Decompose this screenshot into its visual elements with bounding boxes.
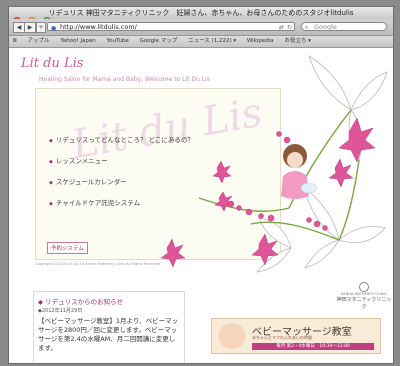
address-text: http://www.litdulis.com/ — [60, 23, 137, 31]
menu-item-childcare[interactable]: ◆ チャイルドケア託児システム — [49, 197, 140, 207]
hospital-logo[interactable]: KANDA MATERNITY CLINIC 神田マタニティクリニック — [335, 282, 393, 310]
lily-illustration — [160, 55, 388, 273]
menu-item-lessons[interactable]: ◆ レッスンメニュー — [49, 155, 108, 165]
baby-photo — [218, 323, 246, 349]
window-title: リデュリス 神田マタニティクリニック 妊婦さん、赤ちゃん、お母さんのためのスタジ… — [48, 9, 354, 17]
add-bookmark-button[interactable]: + — [36, 22, 46, 33]
search-placeholder: Google — [314, 23, 337, 31]
hospital-name-jp: 神田マタニティクリニック — [336, 297, 392, 310]
search-field[interactable]: ⌕ Google — [301, 22, 387, 31]
bookmark-item[interactable]: Yahoo! Japan — [60, 36, 95, 47]
bookmark-item[interactable]: Ⅲ — [13, 36, 17, 47]
menu-item-label: スケジュールカレンダー — [55, 178, 127, 186]
diamond-bullet-icon: ◆ — [49, 180, 53, 186]
banner-schedule: 毎月 第2・4水曜日 10:30〜12:00 — [252, 343, 374, 350]
pink-lily-icon — [160, 117, 376, 268]
address-bar[interactable]: ● http://www.litdulis.com/ ⇄ ↻ — [47, 22, 295, 32]
diamond-bullet-icon: ◆ — [49, 159, 53, 165]
news-date: ◆2012年11月29日 — [38, 308, 83, 314]
bookmarks-bar: Ⅲ アップル Yahoo! Japan YouTube Google マップ ニ… — [9, 36, 393, 48]
menu-item-label: チャイルドケア託児システム — [55, 199, 141, 207]
menu-item-label: レッスンメニュー — [55, 157, 108, 165]
browser-window: リデュリス 神田マタニティクリニック 妊婦さん、赤ちゃん、お母さんのためのスタジ… — [8, 6, 394, 364]
search-icon: ⌕ — [305, 24, 309, 31]
fairy-girl-icon — [281, 144, 318, 199]
bookmark-item[interactable]: お役立ち ▾ — [284, 36, 311, 47]
clinic-emblem-icon — [359, 282, 369, 292]
forward-button[interactable]: ▶ — [24, 22, 36, 33]
white-lily-icon — [256, 55, 388, 273]
page-content: Lit du Lis Healing Salon for Mama and Ba… — [9, 48, 393, 363]
news-panel: ◆ リデュリスからのお知らせ ◆2012年11月29日 【ベビーマッサージ教室】… — [33, 291, 185, 363]
bookmark-item[interactable]: Wikipedia — [247, 36, 274, 47]
bookmark-item[interactable]: Google マップ — [140, 36, 178, 47]
browser-toolbar: ◀ ▶ + ● http://www.litdulis.com/ ⇄ ↻ ⌕ G… — [9, 19, 393, 36]
menu-item-calendar[interactable]: ◆ スケジュールカレンダー — [49, 176, 127, 186]
baby-massage-banner[interactable]: ベビーマッサージ教室 赤ちゃんとママのふれあいの時間 毎月 第2・4水曜日 10… — [211, 318, 381, 354]
title-bar: リデュリス 神田マタニティクリニック 妊婦さん、赤ちゃん、お母さんのためのスタジ… — [9, 7, 393, 25]
booking-button[interactable]: 予約システム — [47, 242, 88, 254]
news-heading: ◆ リデュリスからのお知らせ — [38, 296, 123, 306]
diamond-bullet-icon: ◆ — [49, 138, 53, 144]
news-body: 【ベビーマッサージ教室】1月より、ベビーマッサージを2800円／回に変更します。… — [38, 317, 179, 352]
site-logo[interactable]: Lit du Lis — [21, 56, 83, 71]
banner-subtitle: 赤ちゃんとママのふれあいの時間 — [252, 335, 312, 340]
bookmark-item[interactable]: ニュース (1,222) ▾ — [188, 36, 236, 47]
globe-icon: ● — [51, 25, 57, 32]
refresh-icon[interactable]: ↻ — [287, 23, 292, 32]
news-heading-text: リデュリスからのお知らせ — [45, 298, 123, 306]
bookmark-item[interactable]: アップル — [28, 36, 50, 47]
copyright: Copyright (C)2010 Lit Du Lis Kanda Mater… — [35, 262, 162, 266]
rss-icon[interactable]: ⇄ — [279, 23, 284, 32]
bookmark-item[interactable]: YouTube — [107, 36, 129, 47]
diamond-bullet-icon: ◆ — [49, 201, 53, 207]
